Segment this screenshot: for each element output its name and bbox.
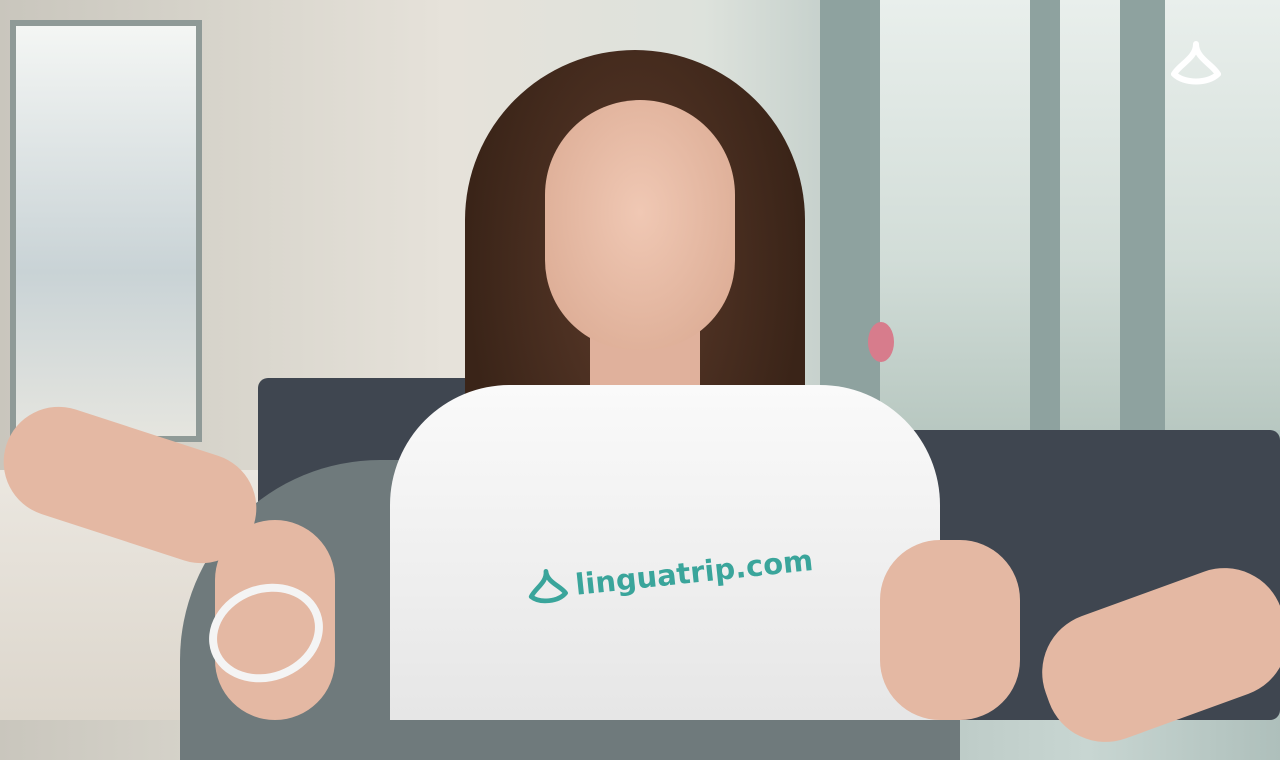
flower xyxy=(868,322,894,362)
background-window xyxy=(880,0,1030,430)
t-shirt xyxy=(390,385,940,720)
right-arm xyxy=(880,540,1020,720)
linguatrip-logo-icon xyxy=(528,569,568,604)
window-pillar xyxy=(820,0,880,440)
face xyxy=(545,100,735,350)
window-pillar xyxy=(1120,0,1165,430)
background-window xyxy=(10,20,202,442)
background-window xyxy=(1060,0,1120,430)
window-pillar xyxy=(1030,0,1060,430)
channel-logo-icon xyxy=(1171,41,1221,85)
